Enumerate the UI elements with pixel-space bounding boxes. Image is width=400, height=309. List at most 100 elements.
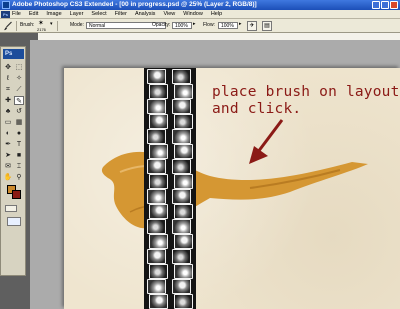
options-bar: Brush: ✶ 2176 ▾ Mode: Normal Opacity: 10… bbox=[0, 19, 400, 33]
menu-view[interactable]: View bbox=[163, 10, 175, 18]
photo-thumbnail bbox=[174, 234, 193, 249]
menu-analysis[interactable]: Analysis bbox=[135, 10, 155, 18]
window-title: Adobe Photoshop CS3 Extended - [00 in pr… bbox=[12, 1, 257, 8]
separator bbox=[16, 21, 17, 31]
notes-icon[interactable]: ✉ bbox=[3, 162, 13, 171]
minimize-button[interactable] bbox=[372, 1, 380, 9]
brush-size-value: 2176 bbox=[37, 27, 46, 32]
path-select-icon[interactable]: ➤ bbox=[3, 151, 13, 160]
brush-stroke bbox=[101, 151, 369, 229]
airbrush-icon[interactable]: ✈ bbox=[247, 21, 257, 31]
photo-thumbnail bbox=[147, 249, 166, 264]
photo-thumbnail bbox=[174, 144, 193, 159]
stamp-icon[interactable]: ♣ bbox=[3, 107, 13, 116]
lasso-icon[interactable]: ℓ bbox=[3, 74, 13, 83]
menu-layer[interactable]: Layer bbox=[70, 10, 84, 18]
photo-thumbnail bbox=[149, 84, 168, 99]
move-icon[interactable]: ✥ bbox=[3, 63, 13, 72]
opacity-label: Opacity: bbox=[152, 22, 171, 28]
photo-thumbnail bbox=[172, 249, 191, 264]
photo-thumbnail bbox=[174, 294, 193, 309]
photo-thumbnail bbox=[149, 264, 168, 279]
flow-label: Flow: bbox=[203, 22, 215, 28]
photo-thumbnail bbox=[147, 69, 166, 84]
dodge-icon[interactable]: ● bbox=[14, 129, 24, 138]
document-canvas[interactable]: place brush on layout and click. bbox=[64, 68, 400, 309]
menu-file[interactable]: File bbox=[12, 10, 21, 18]
instruction-text: place brush on layout and click. bbox=[212, 84, 400, 117]
gradient-icon[interactable]: ▦ bbox=[14, 118, 24, 127]
eyedropper-icon[interactable]: ⌶ bbox=[14, 162, 24, 171]
photo-thumbnail bbox=[174, 114, 193, 129]
mode-label: Mode: bbox=[70, 22, 84, 28]
photo-thumbnail bbox=[174, 84, 193, 99]
menu-bar: Ps File Edit Image Layer Select Filter A… bbox=[0, 10, 400, 19]
window-controls bbox=[372, 1, 398, 9]
quick-mask-button[interactable] bbox=[5, 205, 17, 212]
photo-strip bbox=[144, 68, 196, 309]
eraser-icon[interactable]: ▭ bbox=[3, 118, 13, 127]
healing-icon[interactable]: ✚ bbox=[3, 96, 13, 105]
flow-field[interactable]: 100% bbox=[218, 22, 238, 29]
menu-filter[interactable]: Filter bbox=[115, 10, 127, 18]
photo-thumbnail bbox=[172, 69, 191, 84]
magic-wand-icon[interactable]: ✧ bbox=[14, 74, 24, 83]
app-badge: Ps bbox=[1, 11, 10, 18]
brush-icon[interactable] bbox=[3, 21, 13, 31]
brush-label: Brush: bbox=[20, 22, 35, 28]
menu-select[interactable]: Select bbox=[91, 10, 106, 18]
photo-thumbnail bbox=[149, 114, 168, 129]
slice-icon[interactable]: ⟋ bbox=[14, 85, 24, 94]
photoshop-window: Adobe Photoshop CS3 Extended - [00 in pr… bbox=[0, 0, 400, 309]
pen-icon[interactable]: ✒ bbox=[3, 140, 13, 149]
menu-edit[interactable]: Edit bbox=[29, 10, 38, 18]
photo-thumbnail bbox=[147, 99, 166, 114]
brush-palette-icon[interactable]: ▤ bbox=[262, 21, 272, 31]
menu-window[interactable]: Window bbox=[183, 10, 203, 18]
photo-thumbnail bbox=[147, 279, 166, 294]
photo-thumbnail bbox=[172, 219, 191, 234]
photo-thumbnail bbox=[147, 129, 166, 144]
title-bar: Adobe Photoshop CS3 Extended - [00 in pr… bbox=[0, 0, 400, 10]
menu-image[interactable]: Image bbox=[46, 10, 61, 18]
menu-help[interactable]: Help bbox=[211, 10, 222, 18]
opacity-slider-icon[interactable]: ▸ bbox=[193, 21, 196, 27]
arrow-icon bbox=[249, 119, 284, 164]
photo-thumbnail bbox=[174, 264, 193, 279]
shape-icon[interactable]: ■ bbox=[14, 151, 24, 160]
photo-thumbnail bbox=[149, 204, 168, 219]
photo-thumbnail bbox=[172, 279, 191, 294]
separator bbox=[57, 21, 58, 31]
marquee-icon[interactable]: ⬚ bbox=[14, 63, 24, 72]
photo-thumbnail bbox=[174, 174, 193, 189]
close-button[interactable] bbox=[390, 1, 398, 9]
screen-mode-button[interactable] bbox=[7, 217, 21, 226]
toolbox-logo: Ps bbox=[3, 49, 24, 59]
photo-thumbnail bbox=[147, 189, 166, 204]
history-brush-icon[interactable]: ↺ bbox=[14, 107, 24, 116]
photo-thumbnail bbox=[147, 159, 166, 174]
brush-icon[interactable]: ✎ bbox=[14, 96, 24, 105]
zoom-icon[interactable]: ⚲ bbox=[14, 173, 24, 182]
photo-thumbnail bbox=[172, 99, 191, 114]
photo-thumbnail bbox=[172, 189, 191, 204]
app-icon bbox=[2, 1, 10, 9]
opacity-field[interactable]: 100% bbox=[172, 22, 192, 29]
flow-slider-icon[interactable]: ▸ bbox=[239, 21, 242, 27]
toolbox: Ps ✥ ⬚ ℓ ✧ ⌗ ⟋ ✚ ✎ ♣ ↺ ▭ ▦ ◐ ● ✒ T ➤ ■ ✉ ⌶ ✋ ⚲ bbox=[0, 46, 26, 276]
type-icon[interactable]: T bbox=[14, 140, 24, 149]
photo-thumbnail bbox=[149, 234, 168, 249]
photo-thumbnail bbox=[172, 129, 191, 144]
crop-icon[interactable]: ⌗ bbox=[3, 85, 13, 94]
photo-thumbnail bbox=[147, 219, 166, 234]
hand-icon[interactable]: ✋ bbox=[3, 173, 13, 182]
photo-thumbnail bbox=[149, 294, 168, 309]
blur-icon[interactable]: ◐ bbox=[3, 129, 13, 138]
background-color-swatch[interactable] bbox=[12, 190, 21, 199]
photo-thumbnail bbox=[174, 204, 193, 219]
chevron-down-icon[interactable]: ▾ bbox=[50, 21, 53, 27]
photo-thumbnail bbox=[172, 159, 191, 174]
photo-thumbnail bbox=[149, 144, 168, 159]
photo-thumbnail bbox=[149, 174, 168, 189]
maximize-button[interactable] bbox=[381, 1, 389, 9]
